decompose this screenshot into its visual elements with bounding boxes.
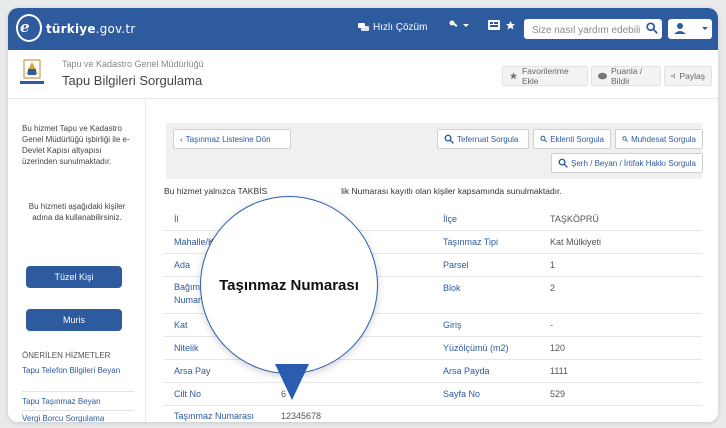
divider <box>22 391 134 392</box>
field-value: TAŞKÖPRÜ <box>550 214 599 224</box>
accessibility-button[interactable] <box>488 20 500 33</box>
field-value: 1 <box>550 260 556 270</box>
back-to-list-button[interactable]: ‹ Taşınmaz Listesine Dön <box>173 129 291 149</box>
table-row: Arsa Pay Arsa Payda 1111 <box>164 360 702 383</box>
field-label: Arsa Payda <box>443 366 490 376</box>
sidebar: Bu hizmet Tapu ve Kadastro Genel Müdürlü… <box>8 99 146 422</box>
chat-icon <box>358 22 369 31</box>
rate-report-button[interactable]: Puanla / Bildir <box>591 66 661 86</box>
serh-beyan-query-button[interactable]: Şerh / Beyan / İrtifak Hakkı Sorgula <box>551 153 703 173</box>
callout-pointer <box>275 364 309 400</box>
star-icon <box>509 72 518 80</box>
service-info-text: Bu hizmet Tapu ve Kadastro Genel Müdürlü… <box>22 124 130 166</box>
field-label: Arsa Pay <box>174 366 211 376</box>
search-icon[interactable] <box>645 21 659 35</box>
divider <box>22 410 134 411</box>
add-favorite-label: Favorilerime Ekle <box>521 66 569 86</box>
user-icon <box>674 23 708 34</box>
logo-main: türkiye <box>46 22 96 36</box>
share-button[interactable]: Paylaş <box>664 66 712 86</box>
field-value: 2 <box>550 283 556 293</box>
top-bar: e türkiye.gov.tr Hızlı Çözüm <box>8 8 718 50</box>
field-value: - <box>550 320 553 330</box>
field-label: Kat <box>174 320 188 330</box>
teferruat-query-button[interactable]: Teferruat Sorgula <box>437 129 529 149</box>
favorites-button[interactable] <box>505 20 516 34</box>
zoom-callout: Taşınmaz Numarası <box>200 196 378 374</box>
tkgm-logo <box>20 59 44 84</box>
field-label: Yüzölçümü (m2) <box>443 343 509 353</box>
logo-tld: .gov.tr <box>95 22 136 36</box>
rate-report-label: Puanla / Bildir <box>611 66 643 86</box>
muhdesat-query-label: Muhdesat Sorgula <box>631 134 696 144</box>
back-to-list-label: Taşınmaz Listesine Dön <box>185 134 271 144</box>
notice-head: Bu hizmet yalnızca TAKBİS <box>164 186 268 196</box>
delegation-info-text: Bu hizmeti aşağıdaki kişiler adına da ku… <box>28 202 126 222</box>
chevron-left-icon: ‹ <box>180 134 183 144</box>
action-bar: ‹ Taşınmaz Listesine Dön Teferruat Sorgu… <box>166 123 703 179</box>
share-label: Paylaş <box>679 71 705 81</box>
field-value: Kat Mülkiyeti <box>550 237 602 247</box>
teferruat-query-label: Teferruat Sorgula <box>457 134 519 144</box>
logo-e-mark-icon: e <box>20 18 30 36</box>
add-favorite-button[interactable]: Favorilerime Ekle <box>502 66 588 86</box>
muhdesat-query-button[interactable]: Muhdesat Sorgula <box>615 129 703 149</box>
quick-solution-button[interactable]: Hızlı Çözüm <box>358 22 427 33</box>
field-label: İlçe <box>443 214 458 224</box>
field-value: 12345678 <box>281 411 322 421</box>
eklenti-query-label: Eklenti Sorgula <box>550 134 604 144</box>
search-box <box>524 19 662 40</box>
field-label: Taşınmaz Numarası <box>174 411 255 421</box>
legal-entity-button[interactable]: Tüzel Kişi <box>26 266 122 288</box>
field-label: Parsel <box>443 260 469 270</box>
grid-icon <box>488 20 500 30</box>
speech-bubble-icon <box>598 72 608 79</box>
recommended-services-heading: ÖNERİLEN HİZMETLER <box>22 351 111 360</box>
recommended-link[interactable]: Vergi Borcu Sorgulama <box>22 413 132 422</box>
notice-tail: lik Numarası kayıtlı olan kişiler kapsam… <box>341 186 562 196</box>
service-header: Tapu ve Kadastro Genel Müdürlüğü Tapu Bi… <box>8 50 718 99</box>
tools-menu-button[interactable] <box>449 20 469 35</box>
field-value: 120 <box>550 343 566 353</box>
callout-label: Taşınmaz Numarası <box>219 277 359 294</box>
field-label: Cilt No <box>174 389 202 399</box>
table-row: Cilt No 6 Sayfa No 529 <box>164 383 702 406</box>
field-label: Giriş <box>443 320 462 330</box>
agency-name: Tapu ve Kadastro Genel Müdürlüğü <box>62 59 204 69</box>
serh-beyan-query-label: Şerh / Beyan / İrtifak Hakkı Sorgula <box>571 158 696 168</box>
quick-solution-label: Hızlı Çözüm <box>373 22 428 33</box>
browser-frame: e türkiye.gov.tr Hızlı Çözüm Tapu ve Kad… <box>8 8 718 422</box>
search-icon <box>622 136 628 142</box>
field-label: Taşınmaz Tipi <box>443 237 499 247</box>
muris-button[interactable]: Muris <box>26 309 122 331</box>
field-label: Nitelik <box>174 343 199 353</box>
recommended-link[interactable]: Tapu Telefon Bilgileri Beyan <box>22 365 132 376</box>
field-value: 529 <box>550 389 566 399</box>
recommended-link[interactable]: Tapu Taşınmaz Beyan <box>22 396 132 407</box>
user-menu-button[interactable] <box>668 19 712 39</box>
field-label: Ada <box>174 260 191 270</box>
star-icon <box>505 20 516 30</box>
page-title: Tapu Bilgileri Sorgulama <box>62 73 203 88</box>
table-row: Taşınmaz Numarası 12345678 <box>164 405 702 422</box>
field-label: Blok <box>443 283 461 293</box>
key-icon <box>449 20 469 27</box>
field-label: İl <box>174 214 179 224</box>
search-icon <box>540 135 548 143</box>
search-icon <box>558 158 568 168</box>
share-icon <box>671 73 676 79</box>
turkiye-gov-logo[interactable]: e türkiye.gov.tr <box>16 14 144 44</box>
eklenti-query-button[interactable]: Eklenti Sorgula <box>533 129 611 149</box>
field-value: 1111 <box>550 366 569 376</box>
search-input[interactable] <box>530 20 642 40</box>
search-icon <box>444 134 454 144</box>
field-label: Sayfa No <box>443 389 481 399</box>
service-notice: Bu hizmet yalnızca TAKBİS lik Numarası ka… <box>164 186 562 196</box>
